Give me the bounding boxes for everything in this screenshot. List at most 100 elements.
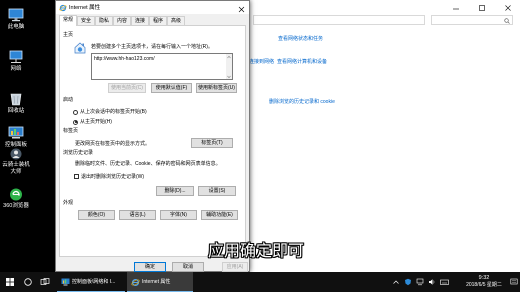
use-new-tab-button[interactable]: 使用新标签页(U) (196, 83, 237, 93)
tab-connections[interactable]: 连接 (131, 16, 149, 25)
search-icon (504, 17, 510, 24)
desktop-icon-label: 360浏览器 (3, 203, 29, 209)
tab-security[interactable]: 安全 (77, 16, 95, 25)
desktop-icon-360-browser[interactable]: 360浏览器 (0, 188, 32, 210)
dialog-close-button[interactable] (234, 2, 249, 13)
minimize-button[interactable] (446, 1, 466, 12)
windows-logo-icon (6, 278, 14, 286)
desktop: 此电脑 网络 回收站 控制面板 云骑士装机大师 360浏览器 查看网络状态和任务… (0, 0, 520, 292)
close-icon (505, 5, 511, 11)
home-page-url: http://www.hh-hao123.com/ (94, 56, 155, 62)
taskbar-app-label: Internet 属性 (142, 279, 171, 285)
dialog-title-bar[interactable]: Internet 属性 (56, 1, 249, 14)
system-clock[interactable]: 9:32 2018/6/5 星期二 (460, 275, 508, 289)
360-browser-icon (10, 188, 22, 201)
history-settings-button[interactable]: 设置(S) (198, 186, 236, 196)
security-shield-icon[interactable] (404, 278, 412, 286)
history-description: 删除临时文件、历史记录、Cookie、保存的密码和网页表单信息。 (75, 161, 221, 167)
link-delete-browsing-history[interactable]: 删除浏览的历史记录和 cookie (269, 99, 335, 105)
control-panel-icon (8, 126, 24, 139)
internet-explorer-icon (59, 4, 67, 11)
link-view-network-computers[interactable]: 查看网络计算机和设备 (277, 59, 327, 65)
ok-button[interactable]: 确定 (134, 262, 166, 272)
delete-history-on-exit-checkbox[interactable] (74, 174, 79, 179)
dialog-title: Internet 属性 (69, 4, 101, 11)
minimize-icon (453, 8, 459, 10)
tabs-group-label: 标签页 (63, 128, 79, 134)
volume-icon[interactable] (428, 278, 436, 286)
scroll-arrows-icon (227, 55, 231, 79)
task-view-icon (40, 278, 50, 285)
tabs-settings-button[interactable]: 标签页(T) (191, 138, 233, 148)
link-view-network-status[interactable]: 查看网络状态和任务 (278, 36, 323, 42)
radio-start-home-label[interactable]: 从主页开始(H) (80, 119, 112, 125)
desktop-icon-control-panel[interactable]: 控制面板 (0, 126, 32, 149)
home-instruction: 若要创建多个主页选项卡，请在每行输入一个地址(R)。 (91, 44, 213, 50)
computer-icon (8, 8, 24, 22)
start-button[interactable] (0, 272, 20, 292)
use-current-button[interactable]: 使用当前页(C) (108, 83, 146, 93)
tab-programs[interactable]: 程序 (149, 16, 167, 25)
delete-history-on-exit-label[interactable]: 退出时删除浏览历史记录(W) (81, 174, 144, 180)
notification-center-icon[interactable] (510, 278, 518, 286)
search-button[interactable] (20, 272, 36, 292)
taskbar-app-control-panel[interactable]: 控制面板\网络和 I... (57, 272, 125, 292)
use-default-button[interactable]: 使用默认值(F) (151, 83, 192, 93)
colors-button[interactable]: 颜色(O) (78, 210, 115, 220)
tab-content[interactable]: 内容 (113, 16, 131, 25)
taskbar-app-internet-options[interactable]: Internet 属性 (127, 272, 193, 292)
yunqishi-installer-icon (10, 148, 22, 160)
apply-button[interactable]: 应用(A) (222, 262, 248, 272)
desktop-icon-label: 云骑士装机大师 (2, 162, 30, 175)
tab-privacy[interactable]: 隐私 (95, 16, 113, 25)
link-connect-to-network[interactable]: 连接到网络 (249, 59, 274, 65)
close-button[interactable] (498, 1, 518, 12)
languages-button[interactable]: 语言(L) (119, 210, 156, 220)
tab-general[interactable]: 常规 (59, 15, 77, 26)
close-icon (238, 6, 245, 13)
maximize-icon (479, 5, 485, 11)
radio-start-last-session[interactable] (73, 109, 78, 115)
recycle-bin-icon (10, 93, 22, 106)
accessibility-button[interactable]: 辅助功能(E) (201, 210, 238, 220)
desktop-icon-recycle-bin[interactable]: 回收站 (0, 92, 32, 115)
delete-history-button[interactable]: 删除(D)... (156, 186, 194, 196)
appearance-group-label: 外观 (63, 200, 74, 206)
home-group-label: 主页 (63, 32, 74, 38)
clock-date: 2018/6/5 星期二 (466, 282, 502, 288)
desktop-icon-network[interactable]: 网络 (0, 50, 32, 73)
taskbar-app-label: 控制面板\网络和 I... (72, 279, 116, 285)
desktop-icon-label: 此电脑 (7, 24, 25, 30)
task-view-button[interactable] (37, 272, 53, 292)
internet-explorer-icon (131, 278, 140, 287)
chevron-up-icon[interactable] (392, 278, 400, 286)
clock-time: 9:32 (478, 275, 490, 281)
history-group-label: 浏览历史记录 (63, 150, 94, 156)
control-panel-icon (61, 278, 70, 286)
maximize-button[interactable] (472, 1, 492, 12)
taskbar: 控制面板\网络和 I... Internet 属性 9:32 2018/6/5 … (0, 272, 520, 292)
address-bar[interactable] (253, 15, 425, 25)
home-page-url-input[interactable]: http://www.hh-hao123.com/ (91, 53, 233, 80)
cortana-icon (24, 278, 32, 286)
url-scrollbar[interactable] (226, 54, 232, 79)
desktop-icon-this-pc[interactable]: 此电脑 (0, 8, 32, 31)
tab-advanced[interactable]: 高级 (167, 16, 185, 25)
fonts-button[interactable]: 字体(N) (160, 210, 197, 220)
search-input[interactable] (431, 15, 513, 25)
desktop-icon-label: 回收站 (7, 108, 25, 114)
startup-group-label: 启动 (63, 97, 74, 103)
radio-start-home[interactable] (73, 119, 78, 125)
home-page-icon (74, 42, 86, 54)
keyboard-icon[interactable] (440, 278, 449, 286)
network-status-icon[interactable] (416, 278, 424, 286)
radio-start-last-session-label[interactable]: 从上次会话中的标签页开始(B) (80, 109, 147, 115)
cancel-button[interactable]: 取消 (172, 262, 204, 272)
video-subtitle: 应用确定即可 (208, 243, 305, 260)
control-panel-window: 查看网络状态和任务 连接到网络 查看网络计算机和设备 删除浏览的历史记录和 co… (244, 0, 520, 272)
internet-options-dialog: Internet 属性 常规 安全 隐私 内容 连接 程序 高级 主页 若要创建… (55, 0, 250, 272)
desktop-icon-yunqishi[interactable]: 云骑士装机大师 (0, 148, 32, 176)
desktop-icon-label: 网络 (10, 66, 22, 72)
tabs-description: 更改网页在标签页中的显示方式。 (75, 141, 151, 147)
network-icon (9, 50, 23, 63)
